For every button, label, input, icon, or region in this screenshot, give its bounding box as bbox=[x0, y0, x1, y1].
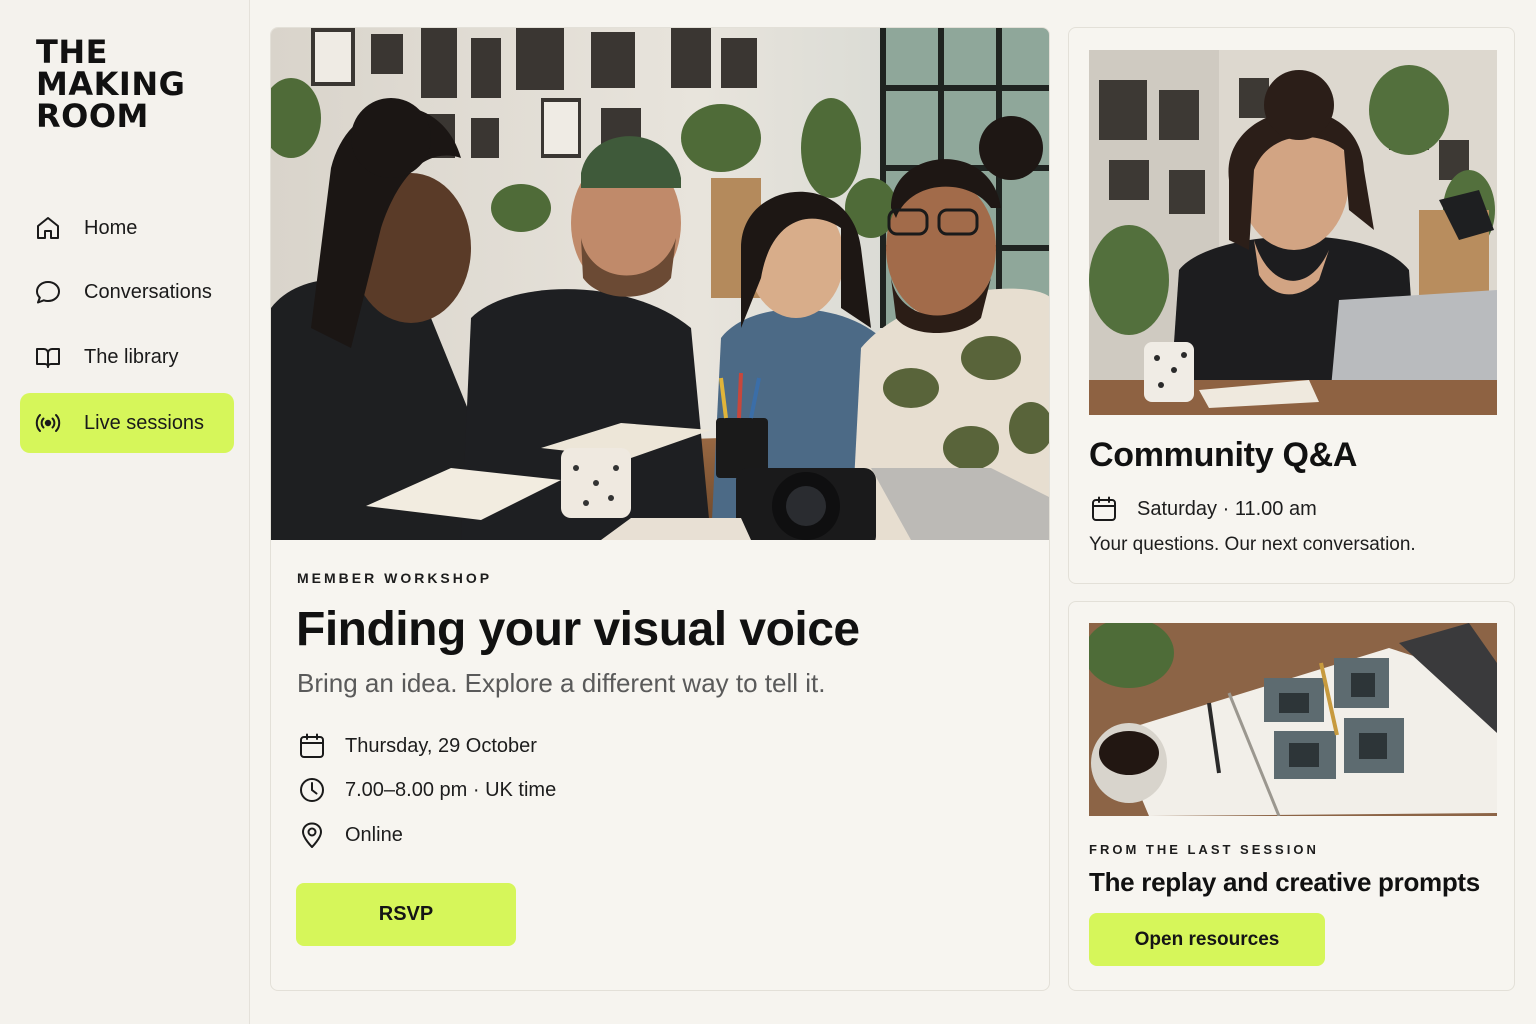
session-resources-card: FROM THE LAST SESSION The replay and cre… bbox=[1068, 601, 1515, 991]
sidebar: THE MAKING ROOM Home Conversations The l… bbox=[0, 0, 250, 1024]
resources-eyebrow: FROM THE LAST SESSION bbox=[1089, 842, 1319, 857]
sidebar-item-home[interactable]: Home bbox=[20, 198, 234, 258]
sidebar-item-label: Home bbox=[84, 216, 138, 239]
workshop-eyebrow: MEMBER WORKSHOP bbox=[297, 570, 493, 586]
qa-schedule-text: Saturday · 11.00 am bbox=[1137, 497, 1317, 520]
workshop-location: Online bbox=[297, 819, 403, 851]
brand-line: ROOM bbox=[36, 97, 149, 135]
broadcast-icon bbox=[34, 409, 62, 437]
sidebar-item-label: The library bbox=[84, 345, 179, 368]
rsvp-button[interactable]: RSVP bbox=[296, 883, 516, 946]
workshop-time-text: 7.00–8.00 pm · UK time bbox=[345, 778, 557, 801]
sidebar-item-label: Live sessions bbox=[84, 411, 205, 434]
calendar-icon bbox=[1089, 494, 1119, 524]
resources-title: The replay and creative prompts bbox=[1089, 867, 1480, 897]
book-icon bbox=[34, 343, 62, 371]
qa-host-photo bbox=[1089, 50, 1497, 415]
workshop-location-text: Online bbox=[345, 823, 403, 846]
qa-schedule: Saturday · 11.00 am bbox=[1089, 493, 1317, 525]
sidebar-item-live-sessions[interactable]: Live sessions bbox=[20, 393, 234, 453]
workshop-subtitle: Bring an idea. Explore a different way t… bbox=[297, 668, 826, 698]
workshop-date-text: Thursday, 29 October bbox=[345, 734, 537, 757]
brand-line: MAKING bbox=[36, 65, 186, 103]
community-qa-card[interactable]: Community Q&A Saturday · 11.00 am Your q… bbox=[1068, 27, 1515, 584]
qa-title: Community Q&A bbox=[1089, 436, 1358, 474]
brand-logo[interactable]: THE MAKING ROOM bbox=[36, 36, 226, 132]
chat-bubble-icon bbox=[34, 278, 62, 306]
home-icon bbox=[34, 214, 62, 242]
workshop-group-photo bbox=[271, 28, 1049, 540]
sidebar-item-conversations[interactable]: Conversations bbox=[20, 262, 234, 322]
calendar-icon bbox=[297, 731, 327, 761]
workshop-date: Thursday, 29 October bbox=[297, 730, 537, 762]
location-pin-icon bbox=[297, 820, 327, 850]
open-resources-button[interactable]: Open resources bbox=[1089, 913, 1325, 966]
notebook-photo bbox=[1089, 623, 1497, 816]
app: THE MAKING ROOM Home Conversations The l… bbox=[0, 0, 1536, 1024]
workshop-title: Finding your visual voice bbox=[296, 603, 860, 656]
featured-workshop-card: MEMBER WORKSHOP Finding your visual voic… bbox=[270, 27, 1050, 991]
clock-icon bbox=[297, 775, 327, 805]
brand-line: THE bbox=[36, 33, 108, 71]
sidebar-item-library[interactable]: The library bbox=[20, 327, 234, 387]
sidebar-item-label: Conversations bbox=[84, 280, 212, 303]
workshop-time: 7.00–8.00 pm · UK time bbox=[297, 774, 556, 806]
qa-description: Your questions. Our next conversation. bbox=[1089, 534, 1416, 555]
